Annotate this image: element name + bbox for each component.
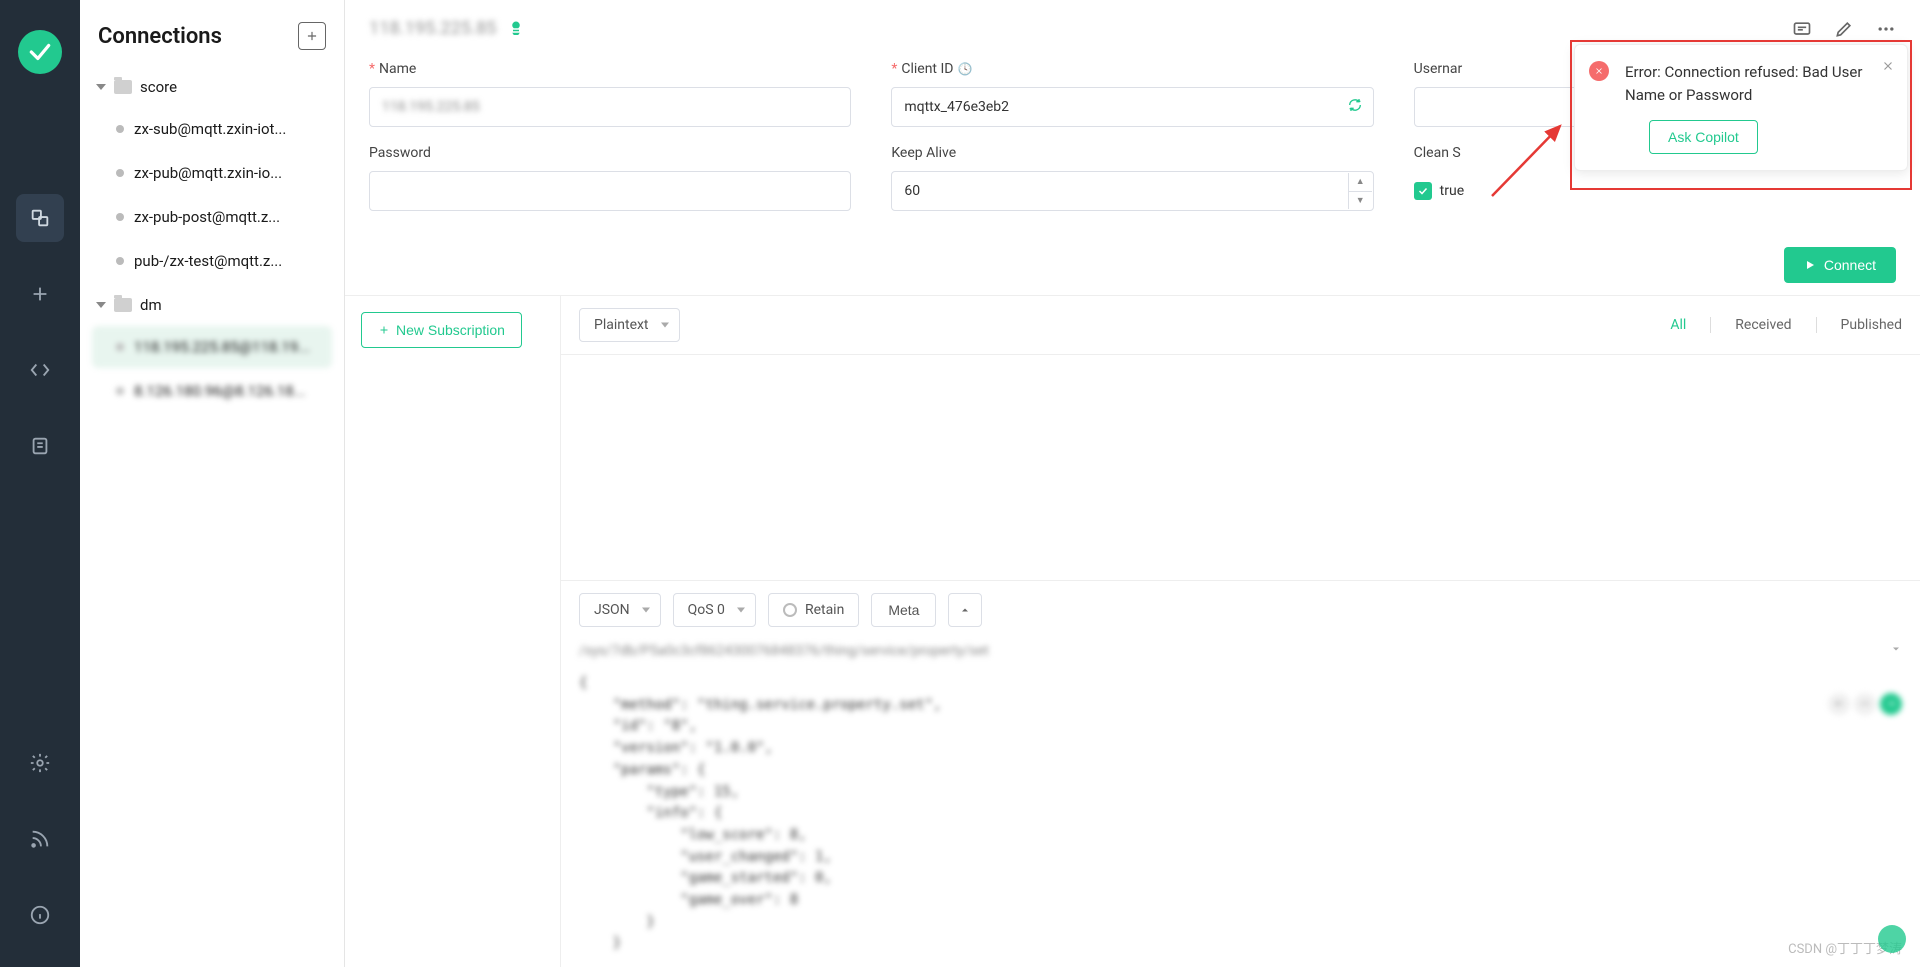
history-prev-icon[interactable]: ← [1828,693,1850,715]
error-icon [1589,61,1609,81]
filter-all[interactable]: All [1670,317,1686,333]
payload-editor[interactable]: { "method": "thing.service.property.set"… [561,669,1920,967]
ask-copilot-button[interactable]: Ask Copilot [1649,120,1758,154]
filter-published[interactable]: Published [1841,317,1902,333]
history-mid-icon[interactable]: – [1854,693,1876,715]
keepalive-label: Keep Alive [891,145,956,161]
connections-tree: score zx-sub@mqtt.zxin-iot... zx-pub@mqt… [80,68,344,416]
floating-action-button[interactable] [1878,925,1906,953]
tree-item[interactable]: 118.195.225.85@118.19... [92,326,332,368]
history-next-icon[interactable]: → [1880,693,1902,715]
name-input[interactable]: 118.195.225.85 [369,87,851,127]
error-message: Error: Connection refused: Bad User Name… [1625,61,1891,106]
tree-group-label: score [140,78,177,96]
connections-title: Connections [98,24,222,49]
connections-panel: Connections score zx-sub@mqtt.zxin-iot..… [80,0,345,967]
nav-log-icon[interactable] [16,422,64,470]
refresh-clientid-icon[interactable] [1347,97,1363,117]
more-icon[interactable] [1876,19,1896,39]
tree-group-score[interactable]: score [86,68,338,106]
tree-item[interactable]: zx-pub@mqtt.zxin-io... [92,152,332,194]
tree-group-label: dm [140,296,162,314]
close-toast-button[interactable] [1881,59,1895,77]
app-logo [18,30,62,74]
add-connection-button[interactable] [298,22,326,50]
tree-item[interactable]: pub-/zx-test@mqtt.z... [92,240,332,282]
payload-format-select[interactable]: JSON [579,593,661,627]
clientid-input[interactable]: mqttx_476e3eb2 [891,87,1373,127]
message-format-select[interactable]: Plaintext [579,308,680,342]
tree-item[interactable]: 8.126.180.96@8.126.18... [92,370,332,412]
folder-icon [114,298,132,312]
password-input[interactable] [369,171,851,211]
qos-select[interactable]: QoS 0 [673,593,756,627]
nav-scripts-icon[interactable] [16,346,64,394]
error-toast: Error: Connection refused: Bad User Name… [1574,44,1908,171]
edit-icon[interactable] [1834,19,1854,39]
retain-toggle[interactable]: Retain [768,593,859,627]
topic-dropdown-icon[interactable] [1890,643,1902,659]
cleansession-value: true [1440,183,1464,199]
main-area: 118.195.225.85 *Name 118.195.225.85 *Cli… [345,0,1920,967]
nav-settings-icon[interactable] [16,739,64,787]
tree-group-dm[interactable]: dm [86,286,338,324]
filter-received[interactable]: Received [1735,317,1791,333]
nav-add-icon[interactable] [16,270,64,318]
connect-button[interactable]: Connect [1784,247,1896,283]
online-status-icon [507,20,525,38]
nav-info-icon[interactable] [16,891,64,939]
name-label: Name [379,61,416,77]
cleansession-checkbox[interactable] [1414,182,1432,200]
keepalive-input[interactable]: 60 ▲▼ [891,171,1373,211]
messages-icon[interactable] [1792,19,1812,39]
new-subscription-button[interactable]: New Subscription [361,312,522,348]
nav-rail [0,0,80,967]
stepper-up[interactable]: ▲ [1349,173,1372,192]
password-label: Password [369,145,431,161]
folder-icon [114,80,132,94]
nav-feed-icon[interactable] [16,815,64,863]
stepper-down[interactable]: ▼ [1349,192,1372,210]
username-label: Usernar [1414,61,1463,77]
meta-button[interactable]: Meta [871,593,936,627]
cleansession-label: Clean S [1414,145,1461,161]
tree-item[interactable]: zx-pub-post@mqtt.z... [92,196,332,238]
connection-host-title: 118.195.225.85 [369,18,497,39]
message-list [561,355,1920,580]
clientid-label: Client ID [901,61,953,77]
tree-item[interactable]: zx-sub@mqtt.zxin-iot... [92,108,332,150]
topic-input[interactable]: /sys/7db/P5a0c3cf862430076848376/thing/s… [579,639,1890,663]
nav-connections-icon[interactable] [16,194,64,242]
collapse-publish-button[interactable] [948,593,982,627]
